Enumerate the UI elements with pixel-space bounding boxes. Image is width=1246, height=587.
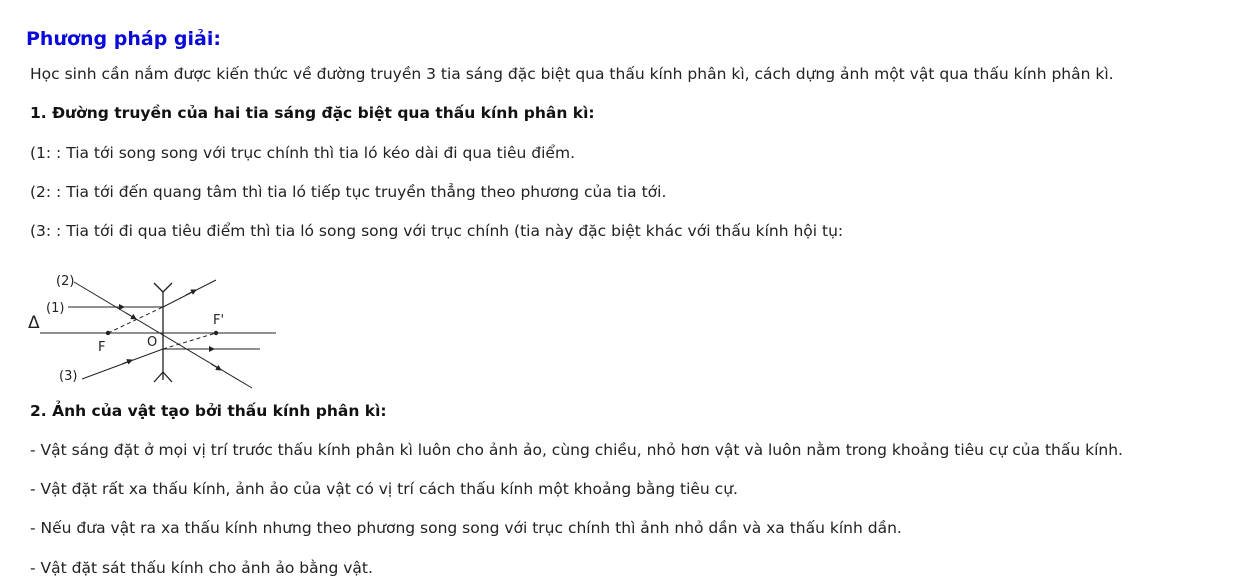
image-point-2: - Vật đặt rất xa thấu kính, ảnh ảo của v… — [30, 480, 738, 498]
section2-title: 2. Ảnh của vật tạo bởi thấu kính phân kì… — [30, 402, 387, 420]
focus-point-f — [105, 330, 111, 336]
diverging-lens-ray-diagram: (2) (1) (3) Δ F F' O — [28, 274, 276, 389]
label-focus: F — [98, 340, 105, 355]
ray1-description: (1: : Tia tới song song với trục chính t… — [30, 144, 575, 162]
method-heading: Phương pháp giải: — [26, 28, 221, 50]
label-ray-3: (3) — [59, 369, 77, 384]
label-axis: Δ — [28, 313, 40, 333]
image-point-3: - Nếu đưa vật ra xa thấu kính nhưng theo… — [30, 519, 902, 537]
label-ray-2: (2) — [56, 274, 74, 289]
solution-page: Phương pháp giải: Học sinh cần nắm được … — [0, 0, 1246, 587]
label-optical-center: O — [147, 335, 157, 350]
intro-text: Học sinh cần nắm được kiến thức về đường… — [30, 65, 1114, 83]
section1-title: 1. Đường truyền của hai tia sáng đặc biệ… — [30, 104, 595, 122]
focus-point-f-prime — [213, 330, 219, 336]
ray2-description: (2: : Tia tới đến quang tâm thì tia ló t… — [30, 183, 667, 201]
image-point-1: - Vật sáng đặt ở mọi vị trí trước thấu k… — [30, 441, 1123, 459]
ray3-description: (3: : Tia tới đi qua tiêu điểm thì tia l… — [30, 222, 844, 240]
ray-1 — [68, 279, 217, 334]
label-ray-1: (1) — [46, 301, 64, 316]
label-focus-prime: F' — [213, 313, 224, 328]
image-point-4: - Vật đặt sát thấu kính cho ảnh ảo bằng … — [30, 559, 373, 577]
